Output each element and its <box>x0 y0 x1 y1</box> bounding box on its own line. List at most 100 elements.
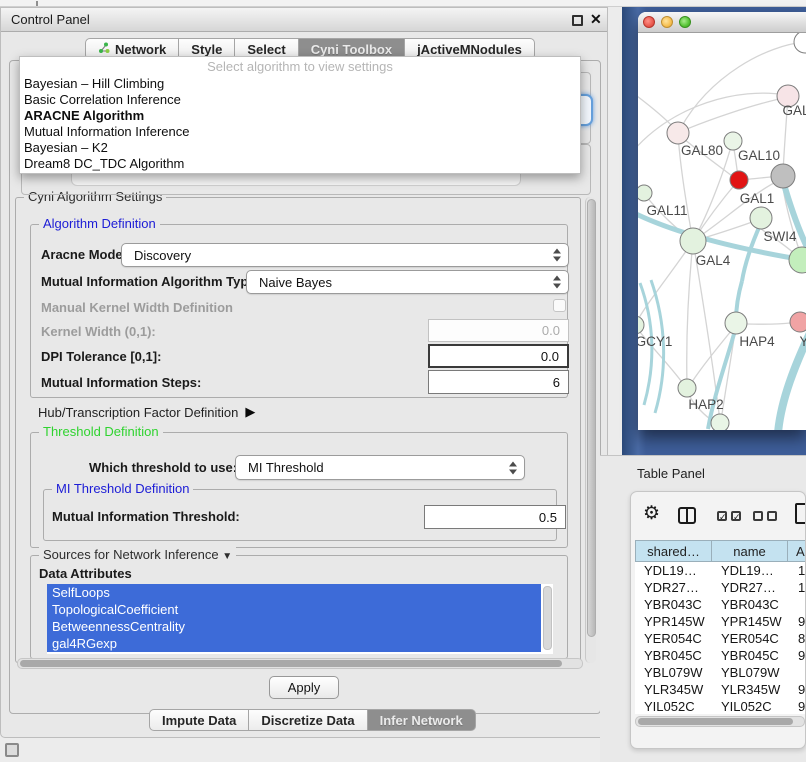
table-row[interactable]: YBR043CYBR043C <box>635 596 806 613</box>
hub-definition-expander[interactable]: Hub/Transcription Factor Definition ▶ <box>38 404 255 420</box>
algorithm-definition-legend: Algorithm Definition <box>39 216 160 231</box>
network-tab-icon <box>98 42 110 57</box>
attribute-item[interactable]: SelfLoops <box>47 584 541 601</box>
mi-type-combo[interactable]: Naive Bayes <box>246 270 569 294</box>
document-icon[interactable] <box>795 503 806 524</box>
algorithm-option[interactable]: Bayesian – K2 <box>20 140 580 156</box>
data-attributes-label: Data Attributes <box>39 566 132 581</box>
network-node[interactable] <box>680 228 706 254</box>
which-threshold-combo[interactable]: MI Threshold <box>235 455 525 480</box>
gear-icon[interactable]: ⚙ <box>643 504 660 524</box>
attributes-scrollbar-thumb[interactable] <box>543 586 552 650</box>
algorithm-option[interactable]: Mutual Information Inference <box>20 124 580 140</box>
settings-hscrollbar-thumb[interactable] <box>20 660 562 667</box>
table-hscrollbar-thumb[interactable] <box>638 718 793 725</box>
network-node[interactable] <box>667 122 689 144</box>
tab-impute-data[interactable]: Impute Data <box>149 709 249 731</box>
algorithm-option[interactable]: Basic Correlation Inference <box>20 92 580 108</box>
table-row[interactable]: YBR045CYBR045C9. <box>635 647 806 664</box>
sources-legend[interactable]: Sources for Network Inference ▼ <box>39 547 236 562</box>
minimize-traffic-light-icon[interactable] <box>661 16 673 28</box>
attribute-item[interactable]: TopologicalCoefficient <box>47 601 541 618</box>
settings-hscrollbar[interactable] <box>17 658 583 669</box>
manual-kernel-checkbox[interactable] <box>553 299 566 312</box>
mi-threshold-definition-legend: MI Threshold Definition <box>52 481 193 496</box>
unchecked-checkbox-icon[interactable] <box>753 511 763 521</box>
network-node[interactable] <box>794 33 806 53</box>
network-node[interactable] <box>725 312 747 334</box>
column-header-name[interactable]: name <box>711 540 788 562</box>
mi-threshold-input[interactable]: 0.5 <box>424 505 566 529</box>
table-row[interactable]: YPR145WYPR145W9. <box>635 613 806 630</box>
unchecked-checkbox-icon[interactable] <box>767 511 777 521</box>
tab-discretize-data[interactable]: Discretize Data <box>249 709 367 731</box>
table-row[interactable]: YIL052CYIL052C9 <box>635 698 806 714</box>
settings-scrollbar[interactable] <box>585 197 596 663</box>
which-threshold-label: Which threshold to use: <box>89 460 237 475</box>
network-node[interactable] <box>638 185 652 201</box>
aracne-mode-combo[interactable]: Discovery <box>121 243 569 267</box>
table-row[interactable]: YLR345WYLR345W9. <box>635 681 806 698</box>
aracne-mode-value: Discovery <box>134 248 191 263</box>
network-node[interactable] <box>730 171 748 189</box>
maximize-traffic-light-icon[interactable] <box>679 16 691 28</box>
columns-icon[interactable] <box>678 507 696 524</box>
kernel-width-input[interactable]: 0.0 <box>428 319 569 342</box>
node-label: HAP2 <box>688 397 723 412</box>
network-window-titlebar[interactable] <box>638 12 806 33</box>
table-row[interactable]: YDL19…YDL19…13 <box>635 562 806 579</box>
network-node[interactable] <box>790 312 806 332</box>
node-label: GAL <box>782 103 806 118</box>
data-attributes-list[interactable]: SelfLoopsTopologicalCoefficientBetweenne… <box>47 584 553 654</box>
network-node[interactable] <box>750 207 772 229</box>
combo-arrows-icon <box>509 461 517 474</box>
expand-arrow-icon: ▶ <box>245 404 255 420</box>
algorithm-option[interactable]: ARACNE Algorithm <box>20 108 580 124</box>
network-canvas[interactable]: GALGAL80GAL10GAL1GAL11SWI4GAL4GCY1HAP4YH… <box>638 33 806 430</box>
table-panel-region: Table Panel ⚙ ✓ ✓ shared… name A YDL19…Y… <box>600 455 806 762</box>
dpi-tolerance-label: DPI Tolerance [0,1]: <box>41 349 161 364</box>
attribute-item[interactable]: gal4RGexp <box>47 635 541 652</box>
column-header-clipped[interactable]: A <box>787 540 806 562</box>
network-node[interactable] <box>771 164 795 188</box>
kernel-width-label: Kernel Width (0,1): <box>41 324 156 339</box>
dpi-tolerance-input[interactable]: 0.0 <box>428 344 569 368</box>
aracne-mode-label: Aracne Mode: <box>41 247 127 262</box>
algorithm-dropdown-list: Bayesian – Hill ClimbingBasic Correlatio… <box>20 76 580 172</box>
tab-infer-network[interactable]: Infer Network <box>368 709 476 731</box>
mi-steps-input[interactable]: 6 <box>428 370 569 394</box>
mi-type-value: Naive Bayes <box>259 275 332 290</box>
table-panel-title: Table Panel <box>637 466 705 481</box>
settings-scrollbar-thumb[interactable] <box>587 199 596 637</box>
control-panel-title: Control Panel <box>11 8 90 32</box>
table-row[interactable]: YBL079WYBL079W <box>635 664 806 681</box>
attribute-item[interactable]: BetweennessCentrality <box>47 618 541 635</box>
algorithm-option[interactable]: Bayesian – Hill Climbing <box>20 76 580 92</box>
algorithm-option[interactable]: Dream8 DC_TDC Algorithm <box>20 156 580 172</box>
threshold-definition-legend: Threshold Definition <box>39 424 163 439</box>
node-label: GAL80 <box>681 143 723 158</box>
table-row[interactable]: YDR27…YDR27…12 <box>635 579 806 596</box>
algorithm-dropdown-placeholder: Select algorithm to view settings <box>20 57 580 76</box>
node-label: SWI4 <box>763 229 796 244</box>
checked-checkbox-icon[interactable]: ✓ <box>717 511 727 521</box>
network-node[interactable] <box>711 414 729 430</box>
manual-kernel-label: Manual Kernel Width Definition <box>41 300 233 315</box>
checked-checkbox-icon[interactable]: ✓ <box>731 511 741 521</box>
apply-button[interactable]: Apply <box>269 676 339 699</box>
close-icon[interactable]: ✕ <box>590 11 602 28</box>
combo-arrows-icon <box>553 249 561 262</box>
table-hscrollbar[interactable] <box>635 716 805 727</box>
mi-steps-label: Mutual Information Steps: <box>41 375 201 390</box>
column-header-shared-name[interactable]: shared… <box>635 540 712 562</box>
node-label: HAP4 <box>739 334 775 349</box>
network-node[interactable] <box>638 316 644 334</box>
table-row[interactable]: YER054CYER054C8. <box>635 630 806 647</box>
threshold-definition-group: Threshold Definition Which threshold to … <box>30 432 568 548</box>
network-node[interactable] <box>678 379 696 397</box>
float-window-icon[interactable] <box>572 15 583 26</box>
which-threshold-value: MI Threshold <box>248 460 324 475</box>
close-traffic-light-icon[interactable] <box>643 16 655 28</box>
algorithm-dropdown: Select algorithm to view settings Bayesi… <box>19 56 581 174</box>
minimized-panel-icon[interactable] <box>5 743 19 757</box>
